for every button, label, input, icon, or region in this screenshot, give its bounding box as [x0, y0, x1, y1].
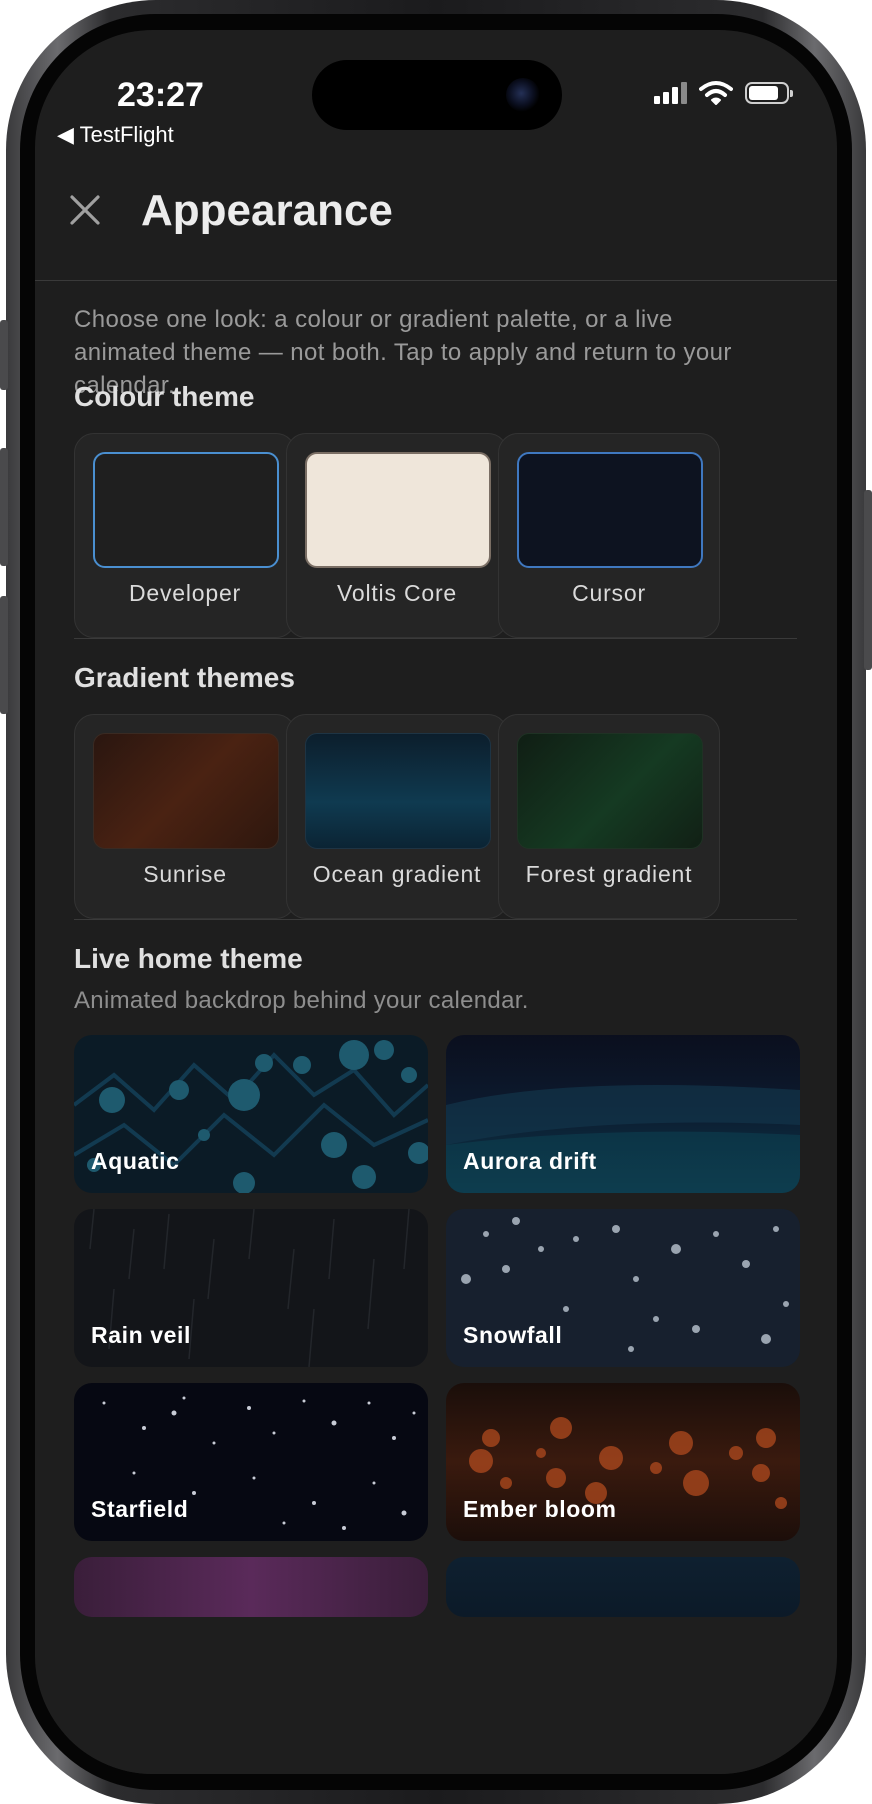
live-theme-rain-veil[interactable]: Rain veil — [74, 1209, 428, 1367]
live-theme-starfield[interactable]: Starfield — [74, 1383, 428, 1541]
gradient-themes-title: Gradient themes — [74, 662, 295, 693]
theme-label: Forest gradient — [525, 861, 693, 887]
signal-icon — [654, 82, 687, 104]
live-theme-aurora-drift[interactable]: Aurora drift — [446, 1035, 800, 1193]
live-theme-label: Ember bloom — [463, 1496, 617, 1522]
live-theme-label: Rain veil — [91, 1322, 191, 1348]
live-home-theme-title: Live home theme — [74, 943, 303, 974]
swatch-developer — [93, 452, 279, 568]
volume-up-button — [0, 448, 8, 566]
app-header: Appearance — [35, 150, 837, 281]
theme-label: Cursor — [572, 580, 646, 606]
live-theme-snowfall[interactable]: Snowfall — [446, 1209, 800, 1367]
theme-label: Sunrise — [143, 861, 227, 887]
live-theme-label: Aurora drift — [463, 1148, 597, 1174]
swatch-forest-gradient — [517, 733, 703, 849]
camera-icon — [506, 78, 540, 112]
settings-content: Choose one look: a colour or gradient pa… — [35, 281, 837, 1736]
swatch-ocean-gradient — [305, 733, 491, 849]
swatch-sunrise — [93, 733, 279, 849]
back-to-app-link[interactable]: ◀ TestFlight — [57, 122, 174, 148]
power-button — [864, 490, 872, 670]
live-theme-ember-bloom[interactable]: Ember bloom — [446, 1383, 800, 1541]
status-time: 23:27 — [117, 76, 204, 114]
live-theme-aquatic[interactable]: Aquatic — [74, 1035, 428, 1193]
volume-down-button — [0, 596, 8, 714]
swatch-cursor — [517, 452, 703, 568]
close-icon — [70, 195, 100, 225]
live-theme-partial-1[interactable] — [74, 1557, 428, 1617]
app-screen: 23:27 ◀ TestFlight Appearance Choose one… — [35, 30, 837, 1774]
section-divider — [74, 638, 797, 639]
close-button[interactable] — [65, 190, 105, 230]
theme-card-cursor[interactable]: Cursor — [498, 433, 720, 638]
wifi-icon — [699, 81, 733, 105]
action-button — [0, 320, 8, 390]
theme-label: Ocean gradient — [312, 861, 482, 887]
theme-card-forest-gradient[interactable]: Forest gradient — [498, 714, 720, 919]
live-theme-label: Snowfall — [463, 1322, 563, 1348]
theme-card-developer[interactable]: Developer — [74, 433, 296, 638]
battery-icon — [745, 82, 793, 104]
live-theme-partial-2[interactable] — [446, 1557, 800, 1617]
colour-theme-title: Colour theme — [74, 381, 255, 412]
live-theme-label: Starfield — [91, 1496, 189, 1522]
theme-card-voltis-core[interactable]: Voltis Core — [286, 433, 508, 638]
page-title: Appearance — [141, 186, 393, 235]
section-divider — [74, 919, 797, 920]
theme-label: Voltis Core — [336, 580, 457, 606]
live-theme-label: Aquatic — [91, 1148, 180, 1174]
dynamic-island — [312, 60, 562, 130]
theme-card-ocean-gradient[interactable]: Ocean gradient — [286, 714, 508, 919]
theme-label: Developer — [128, 580, 242, 606]
swatch-voltis-core — [305, 452, 491, 568]
theme-card-sunrise[interactable]: Sunrise — [74, 714, 296, 919]
live-home-theme-subtitle: Animated backdrop behind your calendar. — [74, 987, 529, 1014]
home-indicator-area — [35, 1734, 837, 1774]
status-icons — [654, 80, 793, 106]
